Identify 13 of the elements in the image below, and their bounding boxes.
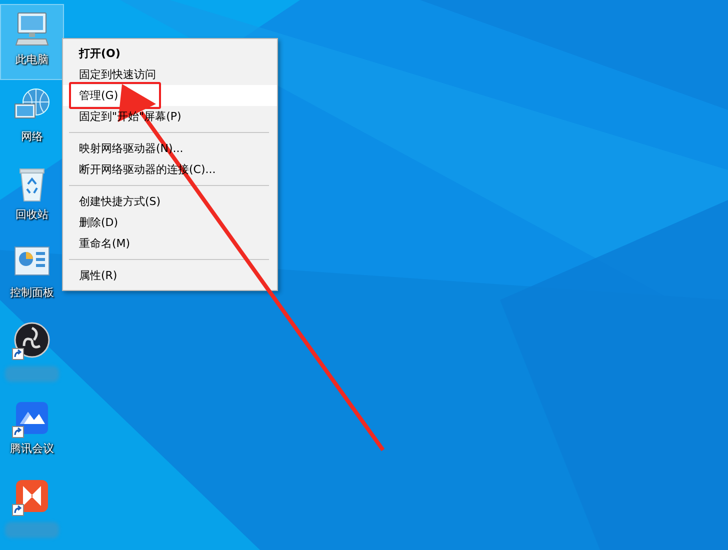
icon-label: 回收站	[16, 207, 48, 222]
menu-item[interactable]: 重命名(M)	[63, 233, 277, 254]
dark-disc-icon[interactable]	[12, 320, 52, 360]
icon-label: 控制面板	[10, 285, 54, 300]
icon-label: 腾讯会议	[10, 441, 54, 456]
menu-item[interactable]: 删除(D)	[63, 212, 277, 233]
icon-label: 此电脑	[16, 52, 48, 67]
menu-item[interactable]: 打开(O)	[63, 43, 277, 64]
icon-label: 网络	[21, 129, 43, 144]
menu-item[interactable]: 固定到快速访问	[63, 64, 277, 85]
menu-item[interactable]: 属性(R)	[63, 265, 277, 286]
menu-item[interactable]: 创建快捷方式(S)	[63, 191, 277, 212]
menu-item[interactable]: 管理(G)	[63, 85, 277, 106]
